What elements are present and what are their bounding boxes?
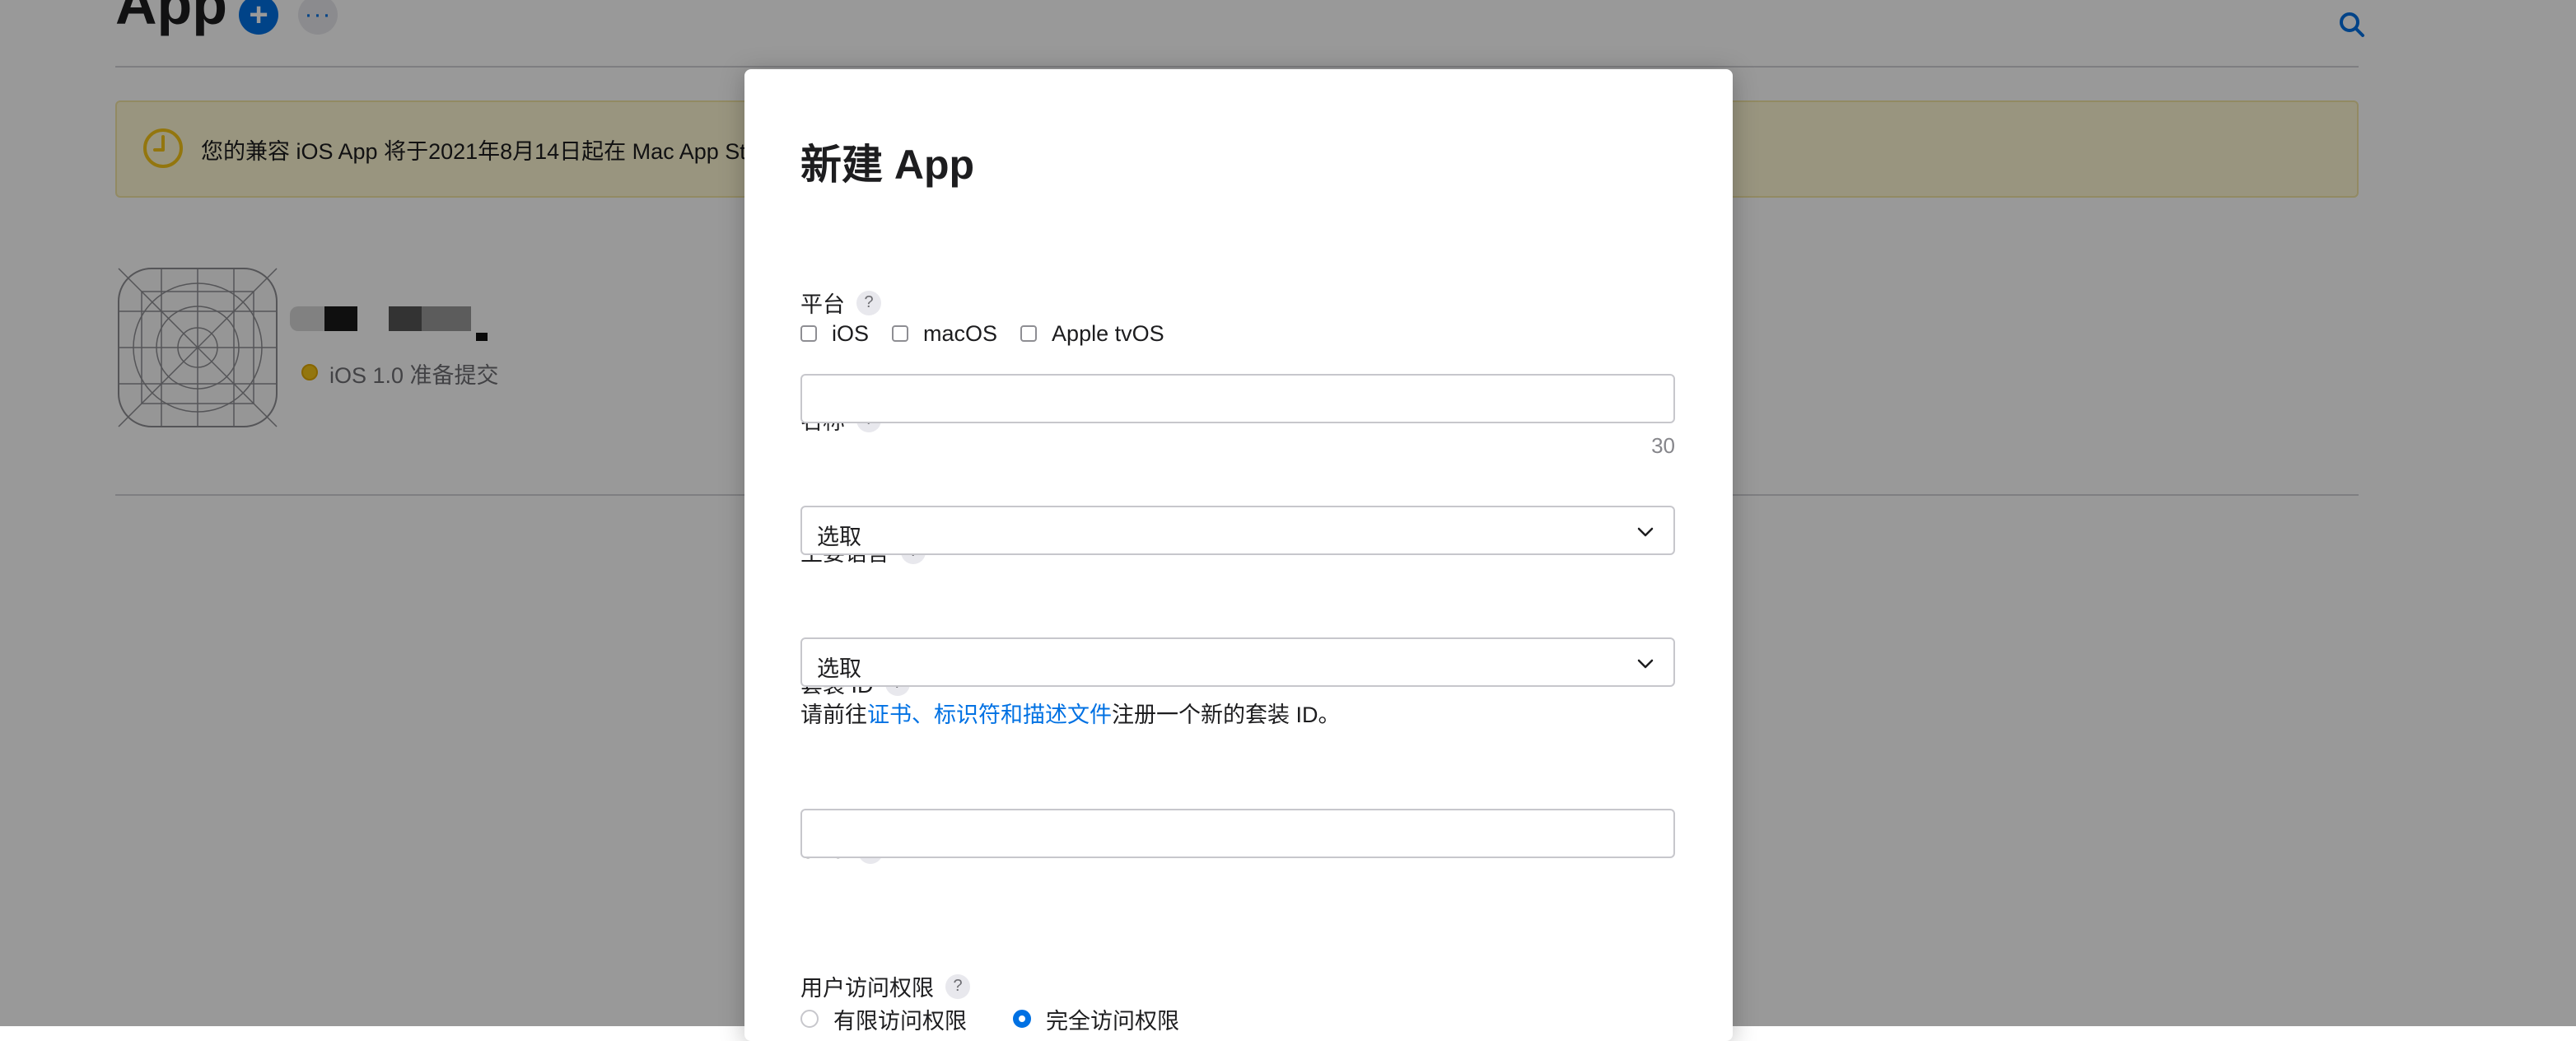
platform-option-label: iOS	[832, 320, 870, 346]
bundle-select-value: 选取	[817, 656, 861, 681]
radio-limited[interactable]	[800, 1010, 819, 1028]
radio-full[interactable]	[1013, 1010, 1031, 1028]
access-option-limited[interactable]: 有限访问权限	[800, 1003, 967, 1035]
new-app-dialog: 新建 App 平台 ? iOS macOS Apple tvOS 名称 ? 30…	[744, 69, 1733, 1041]
dialog-title: 新建 App	[800, 142, 975, 188]
hint-suffix: 注册一个新的套装 ID。	[1112, 703, 1341, 727]
chevron-down-icon	[1637, 527, 1654, 537]
platform-label: 平台 ?	[800, 287, 881, 319]
platform-option-label: Apple tvOS	[1052, 320, 1164, 346]
platform-options: iOS macOS Apple tvOS	[800, 320, 1188, 348]
question-icon[interactable]: ?	[856, 290, 881, 315]
bundle-id-hint: 请前往证书、标识符和描述文件注册一个新的套装 ID。	[800, 697, 1341, 729]
platform-option-label: macOS	[923, 320, 998, 346]
access-option-full[interactable]: 完全访问权限	[1013, 1003, 1179, 1035]
question-icon[interactable]: ?	[945, 973, 970, 999]
checkbox-macos[interactable]	[892, 325, 909, 342]
user-access-options: 有限访问权限 完全访问权限	[800, 1003, 1202, 1035]
bundle-id-select[interactable]: 选取	[800, 637, 1675, 687]
hint-prefix: 请前往	[800, 703, 867, 727]
sku-input[interactable]	[800, 809, 1675, 858]
access-option-label: 完全访问权限	[1046, 1008, 1179, 1034]
name-char-counter: 30	[1651, 433, 1675, 458]
language-select-value: 选取	[817, 525, 861, 549]
access-option-label: 有限访问权限	[833, 1008, 967, 1034]
platform-option-macos[interactable]: macOS	[892, 321, 997, 347]
platform-option-tvos[interactable]: Apple tvOS	[1020, 321, 1164, 347]
checkbox-tvos[interactable]	[1020, 325, 1038, 342]
chevron-down-icon	[1637, 659, 1654, 669]
platform-option-ios[interactable]: iOS	[800, 321, 869, 347]
checkbox-ios[interactable]	[800, 325, 817, 342]
user-access-label: 用户访问权限 ?	[800, 970, 970, 1002]
platform-label-text: 平台	[800, 292, 845, 317]
certificates-link[interactable]: 证书、标识符和描述文件	[867, 703, 1112, 727]
name-input[interactable]	[800, 374, 1675, 423]
primary-language-select[interactable]: 选取	[800, 506, 1675, 555]
user-access-label-text: 用户访问权限	[800, 976, 934, 1001]
